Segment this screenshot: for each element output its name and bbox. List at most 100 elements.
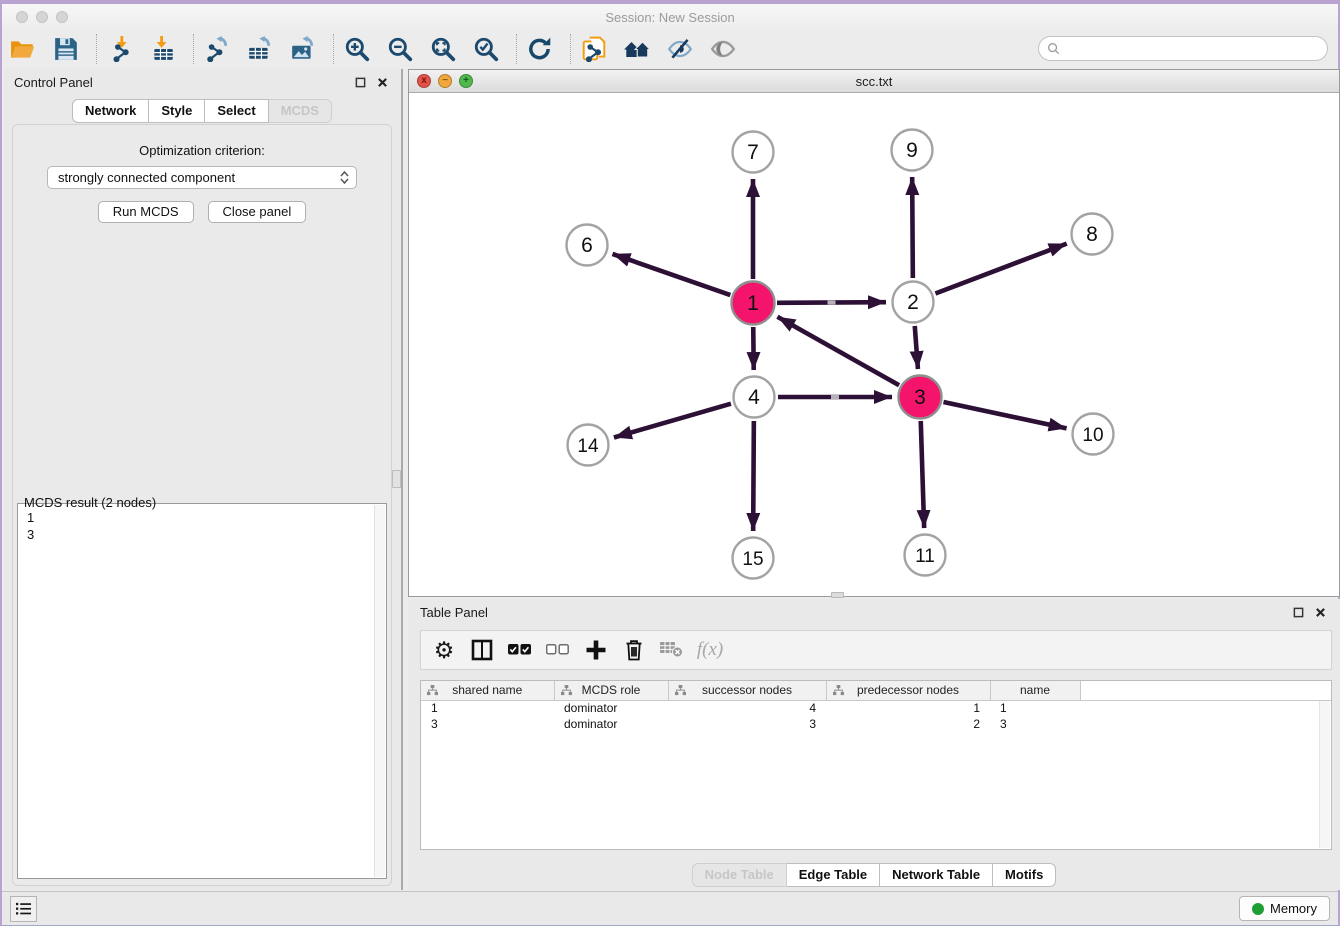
cell-MCDS-role[interactable]: dominator — [554, 716, 668, 732]
toolbar-separator — [570, 34, 571, 64]
float-panel-icon[interactable] — [352, 74, 368, 90]
column-header-successor-nodes[interactable]: successor nodes — [668, 681, 826, 700]
optimization-criterion-select[interactable]: strongly connected component — [47, 166, 357, 189]
export-table-button[interactable] — [245, 34, 275, 64]
graph-edge-2-3[interactable] — [915, 326, 918, 369]
titlebar: Session: New Session — [2, 4, 1338, 30]
cell-predecessor-nodes[interactable]: 1 — [826, 700, 990, 716]
search-input[interactable] — [1060, 39, 1327, 59]
cell-name[interactable]: 3 — [990, 716, 1080, 732]
column-header-shared-name[interactable]: shared name — [421, 681, 554, 700]
table-panel-title: Table Panel — [420, 605, 488, 620]
graph-edge-2-8[interactable] — [935, 244, 1066, 294]
table-toolbar: ⚙f(x) — [420, 630, 1332, 670]
close-window-icon[interactable] — [16, 11, 28, 23]
minimize-window-icon[interactable] — [36, 11, 48, 23]
memory-label: Memory — [1270, 901, 1317, 916]
graph-edge-2-9[interactable] — [912, 177, 913, 278]
cell-successor-nodes[interactable]: 4 — [668, 700, 826, 716]
deselect-all-button[interactable] — [543, 635, 573, 665]
selected-criterion: strongly connected component — [58, 170, 335, 185]
graph-node-label-3: 3 — [914, 386, 926, 409]
table-row[interactable]: 3dominator323 — [421, 716, 1331, 732]
float-table-panel-icon[interactable] — [1290, 604, 1306, 620]
add-row-button[interactable] — [581, 635, 611, 665]
import-table-icon — [150, 36, 176, 62]
vertical-splitter-handle[interactable] — [392, 470, 401, 488]
zoom-out-icon — [387, 36, 413, 62]
app-window: Session: New Session Control Panel Netwo… — [0, 0, 1340, 926]
table-scrollbar[interactable] — [1319, 701, 1330, 848]
save-session-button[interactable] — [51, 34, 81, 64]
tab-style[interactable]: Style — [149, 99, 205, 123]
settings-gear-button[interactable]: ⚙ — [429, 635, 459, 665]
horizontal-splitter-handle[interactable] — [831, 592, 844, 598]
hide-selected-button[interactable] — [665, 34, 695, 64]
zoom-fit-button[interactable] — [428, 34, 458, 64]
tab-network[interactable]: Network — [72, 99, 149, 123]
toggle-columns-icon — [470, 638, 494, 662]
tab-mcds[interactable]: MCDS — [269, 99, 332, 123]
cell-predecessor-nodes[interactable]: 2 — [826, 716, 990, 732]
refresh-layout-button[interactable] — [525, 34, 555, 64]
close-table-panel-icon[interactable] — [1312, 604, 1328, 620]
maximize-window-icon[interactable] — [56, 11, 68, 23]
run-mcds-button[interactable]: Run MCDS — [98, 201, 194, 223]
cell-shared-name[interactable]: 3 — [421, 716, 554, 732]
graph-edge-1-6[interactable] — [612, 254, 730, 295]
cell-name[interactable]: 1 — [990, 700, 1080, 716]
task-history-button[interactable] — [10, 896, 37, 922]
export-image-button[interactable] — [288, 34, 318, 64]
toggle-columns-button[interactable] — [467, 635, 497, 665]
graph-edge-3-10[interactable] — [943, 402, 1066, 428]
network-canvas[interactable]: 1234678910111415 — [409, 94, 1339, 596]
first-neighbors-button[interactable] — [622, 34, 652, 64]
network-maximize-icon[interactable]: + — [459, 74, 473, 88]
close-panel-button[interactable]: Close panel — [208, 201, 307, 223]
close-panel-icon[interactable] — [374, 74, 390, 90]
clone-network-button[interactable] — [579, 34, 609, 64]
tab-network-table[interactable]: Network Table — [880, 863, 993, 887]
search-box[interactable] — [1038, 36, 1328, 61]
network-file-title: scc.txt — [409, 74, 1339, 89]
graph-node-label-4: 4 — [748, 386, 760, 409]
zoom-in-button[interactable] — [342, 34, 372, 64]
cell-shared-name[interactable]: 1 — [421, 700, 554, 716]
column-header-name[interactable]: name — [990, 681, 1080, 700]
tab-node-table[interactable]: Node Table — [692, 863, 787, 887]
graph-node-label-7: 7 — [747, 141, 759, 164]
graph-edge-3-11[interactable] — [921, 421, 924, 528]
mcds-result-group: MCDS result (2 nodes) 13 — [16, 497, 388, 879]
zoom-out-button[interactable] — [385, 34, 415, 64]
export-image-icon — [290, 36, 316, 62]
control-panel-tabs: NetworkStyleSelectMCDS — [4, 99, 400, 123]
import-table-button[interactable] — [148, 34, 178, 64]
tab-select[interactable]: Select — [205, 99, 268, 123]
show-all-button[interactable] — [708, 34, 738, 64]
tab-motifs[interactable]: Motifs — [993, 863, 1056, 887]
export-network-button[interactable] — [202, 34, 232, 64]
tab-edge-table[interactable]: Edge Table — [787, 863, 880, 887]
delete-rows-button[interactable] — [619, 635, 649, 665]
select-all-button[interactable] — [505, 635, 535, 665]
graph-edge-4-14[interactable] — [614, 404, 731, 438]
network-close-icon[interactable]: x — [417, 74, 431, 88]
column-header-MCDS-role[interactable]: MCDS role — [554, 681, 668, 700]
open-session-button[interactable] — [8, 34, 38, 64]
cell-successor-nodes[interactable]: 3 — [668, 716, 826, 732]
result-scrollbar[interactable] — [374, 505, 385, 877]
column-header-predecessor-nodes[interactable]: predecessor nodes — [826, 681, 990, 700]
zoom-selected-button[interactable] — [471, 34, 501, 64]
table-row[interactable]: 1dominator411 — [421, 700, 1331, 716]
mcds-result-textarea[interactable]: 13 — [17, 503, 387, 879]
graph-node-label-8: 8 — [1086, 223, 1098, 246]
network-minimize-icon[interactable]: − — [438, 74, 452, 88]
attribute-tree-icon — [675, 685, 686, 696]
deselect-all-icon — [546, 638, 570, 662]
memory-button[interactable]: Memory — [1239, 896, 1330, 921]
graph-edge-4-15[interactable] — [753, 421, 754, 531]
graph-edge-3-1[interactable] — [777, 317, 899, 385]
graph-node-label-1: 1 — [747, 292, 759, 315]
import-network-button[interactable] — [105, 34, 135, 64]
cell-MCDS-role[interactable]: dominator — [554, 700, 668, 716]
